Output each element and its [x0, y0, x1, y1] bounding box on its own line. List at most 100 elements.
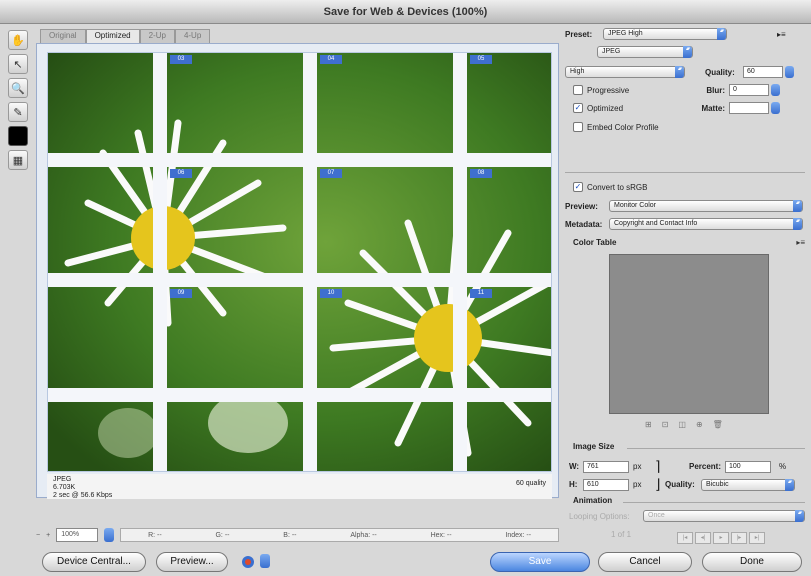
optimized-checkbox[interactable]: ✓ — [573, 103, 583, 113]
divider — [623, 502, 805, 503]
delete-color-icon[interactable]: 🗑 — [713, 420, 723, 429]
image-size-label: Image Size — [573, 442, 615, 451]
optimization-info: JPEG 6.703K 2 sec @ 56.6 Kbps 60 quality — [47, 474, 552, 499]
width-field[interactable]: 761 — [583, 460, 629, 473]
metadata-label: Metadata: — [565, 219, 603, 229]
eyedropper-icon[interactable]: ✎ — [8, 102, 28, 122]
tab-2-up[interactable]: 2-Up — [139, 29, 175, 43]
slice-number-badge: 05 — [470, 55, 492, 64]
eyedropper-color-swatch[interactable] — [8, 126, 28, 146]
quality-field[interactable]: 60 — [743, 66, 783, 78]
readout-g: G: -- — [215, 531, 230, 539]
preview-in-browser-button[interactable]: Preview... — [156, 552, 228, 572]
slice-select-icon[interactable]: ↖ — [8, 54, 28, 74]
view-tabs: Original Optimized 2-Up 4-Up — [40, 29, 211, 43]
height-field[interactable]: 610 — [583, 478, 629, 491]
zoom-out-icon[interactable]: − — [36, 532, 40, 539]
slice-number-badge: 09 — [170, 289, 192, 298]
height-label: H: — [569, 480, 578, 489]
zoom-stepper[interactable] — [104, 528, 115, 542]
info-file-size: 6.703K — [53, 484, 76, 491]
percent-field[interactable]: 100 — [725, 460, 771, 473]
blur-stepper[interactable] — [771, 84, 780, 96]
preview-select[interactable]: Monitor Color — [609, 200, 803, 212]
info-format: JPEG — [53, 476, 72, 483]
optimize-menu-icon[interactable]: ▸≡ — [777, 30, 786, 39]
slice-number-badge: 10 — [320, 289, 342, 298]
slice-number-badge: 04 — [320, 55, 342, 64]
optimization-settings-panel: Preset: JPEG High ▸≡ JPEG High Quality: … — [565, 26, 811, 546]
cancel-button[interactable]: Cancel — [598, 552, 692, 572]
info-quality: 60 quality — [516, 480, 546, 487]
constrain-proportions-icon[interactable]: ⌉ — [655, 458, 675, 475]
tab-original[interactable]: Original — [40, 29, 86, 43]
window-title: Save for Web & Devices (100%) — [0, 0, 811, 24]
divider — [565, 172, 805, 173]
preset-select[interactable]: JPEG High — [603, 28, 727, 40]
status-bar: − + 100% R: -- G: -- B: -- Alpha: -- Hex… — [36, 524, 559, 546]
optimized-image-preview[interactable]: 03 04 05 06 07 08 09 10 11 — [47, 52, 552, 472]
resample-quality-select[interactable]: Bicubic — [701, 478, 795, 491]
previous-frame-button[interactable]: ◂| — [695, 532, 711, 544]
readout-alpha: Alpha: -- — [350, 531, 377, 539]
resample-quality-label: Quality: — [665, 480, 695, 489]
lock-color-icon[interactable]: ◫ — [678, 420, 686, 429]
daisy-photo — [48, 53, 551, 471]
matte-field[interactable] — [729, 102, 769, 114]
constrain-proportions-icon[interactable]: ⌋ — [655, 476, 665, 493]
web-shift-icon[interactable]: ⊡ — [662, 420, 669, 429]
play-button[interactable]: ▸ — [713, 532, 729, 544]
quality-stepper[interactable] — [785, 66, 794, 78]
tab-4-up[interactable]: 4-Up — [174, 29, 211, 43]
divider — [627, 448, 805, 449]
toggle-slices-icon[interactable]: ▦ — [8, 150, 28, 170]
convert-srgb-label: Convert to sRGB — [587, 182, 648, 192]
new-color-icon[interactable]: ⊕ — [696, 420, 703, 429]
percent-label: Percent: — [688, 462, 721, 471]
width-label: W: — [569, 462, 580, 471]
matte-stepper[interactable] — [771, 102, 780, 114]
zoom-in-icon[interactable]: + — [46, 532, 50, 539]
color-table-menu-icon[interactable]: ▸≡ — [796, 238, 805, 247]
matte-label: Matte: — [701, 103, 725, 113]
percent-unit: % — [779, 462, 787, 471]
zoom-level-field[interactable]: 100% — [56, 528, 99, 542]
quality-label: Quality: — [705, 67, 735, 77]
convert-srgb-checkbox[interactable]: ✓ — [573, 182, 583, 192]
next-frame-button[interactable]: |▸ — [731, 532, 747, 544]
browser-select-stepper[interactable] — [260, 554, 270, 568]
done-button[interactable]: Done — [702, 552, 802, 572]
compression-select[interactable]: High — [565, 66, 685, 78]
preview-pane: 03 04 05 06 07 08 09 10 11 JPEG 6.703K 2… — [36, 43, 559, 499]
readout-hex: Hex: -- — [430, 531, 452, 539]
looping-options-label: Looping Options: — [569, 511, 630, 521]
embed-color-profile-checkbox[interactable] — [573, 122, 583, 132]
toolbox: ✋ ↖ 🔍 ✎ ▦ — [6, 28, 30, 508]
animation-controls: |◂ ◂| ▸ |▸ ▸| — [677, 532, 765, 544]
hand-icon[interactable]: ✋ — [8, 30, 28, 50]
blur-field[interactable]: 0 — [729, 84, 769, 96]
info-download-time: 2 sec @ 56.6 Kbps — [53, 492, 113, 499]
color-table-swatch-area[interactable] — [609, 254, 769, 414]
preview-label: Preview: — [565, 201, 598, 211]
first-frame-button[interactable]: |◂ — [677, 532, 693, 544]
frame-counter: 1 of 1 — [611, 530, 632, 539]
map-color-icon[interactable]: ⊞ — [645, 420, 652, 429]
preset-label: Preset: — [565, 29, 593, 39]
height-unit: px — [633, 480, 642, 489]
last-frame-button[interactable]: ▸| — [749, 532, 765, 544]
zoom-icon[interactable]: 🔍 — [8, 78, 28, 98]
looping-options-select[interactable]: Once — [643, 510, 805, 522]
readout-r: R: -- — [148, 531, 162, 539]
device-central-button[interactable]: Device Central... — [42, 552, 146, 572]
save-button[interactable]: Save — [490, 552, 590, 572]
format-select[interactable]: JPEG — [597, 46, 693, 58]
progressive-checkbox[interactable] — [573, 85, 583, 95]
dialog-button-bar: Device Central... Preview... Save Cancel… — [0, 548, 811, 576]
readout-b: B: -- — [283, 531, 297, 539]
browser-icon[interactable] — [240, 554, 256, 570]
color-table-label: Color Table — [573, 238, 617, 247]
metadata-select[interactable]: Copyright and Contact Info — [609, 218, 803, 230]
tab-optimized[interactable]: Optimized — [85, 29, 140, 43]
optimized-label: Optimized — [587, 103, 624, 113]
